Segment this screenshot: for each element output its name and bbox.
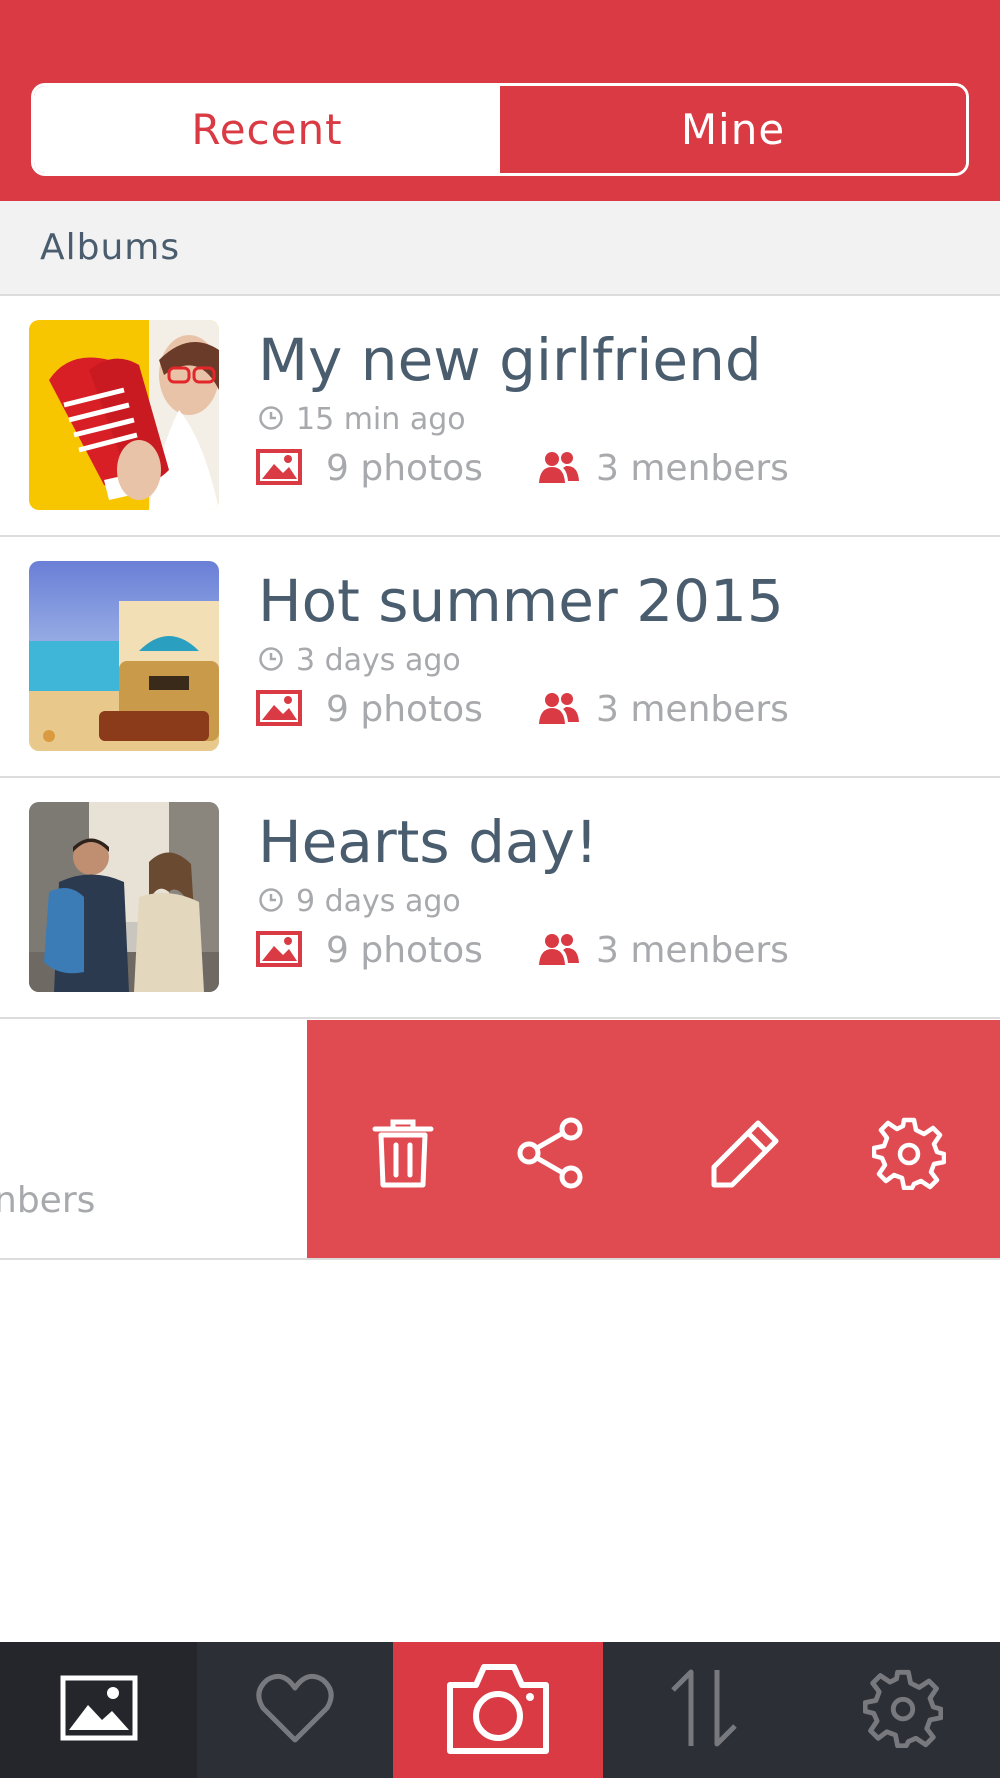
album-time: 3 days ago (258, 643, 461, 678)
album-title: Hearts day! (258, 808, 599, 876)
photo-icon (256, 689, 302, 730)
photo-count: 9 photos (256, 930, 483, 971)
members-icon (538, 449, 580, 489)
tab-camera[interactable] (393, 1642, 603, 1778)
album-row[interactable]: Hearts day! 9 days ago 9 photos 3 menber… (0, 778, 1000, 1019)
album-settings-button[interactable] (869, 1115, 949, 1195)
heart-icon (255, 1672, 335, 1748)
bottom-tab-bar (0, 1642, 1000, 1778)
section-header: Albums (0, 201, 1000, 296)
album-time: 15 min ago (258, 402, 466, 437)
tab-gallery[interactable] (0, 1642, 197, 1778)
camera-icon (442, 1659, 554, 1761)
sort-arrows-icon (667, 1668, 741, 1752)
segmented-control: Recent Mine (31, 83, 969, 176)
album-row[interactable]: Hot summer 2015 3 days ago 9 photos 3 me… (0, 537, 1000, 778)
photo-icon (256, 930, 302, 971)
album-row[interactable]: My new girlfriend 15 min ago 9 photos 3 … (0, 296, 1000, 537)
photo-count-text: 9 photos (326, 689, 483, 730)
photo-icon (256, 448, 302, 489)
album-time: 9 days ago (258, 884, 461, 919)
pencil-icon (708, 1117, 782, 1193)
album-time-text: 15 min ago (296, 402, 466, 437)
tab-favorites[interactable] (197, 1642, 393, 1778)
album-thumbnail (29, 561, 219, 751)
clock-icon (258, 887, 284, 917)
album-meta: 9 photos 3 menbers (256, 930, 816, 980)
album-time-text: 3 days ago (296, 643, 461, 678)
member-count-text: nbers (0, 1180, 96, 1221)
photo-count: 9 photos (256, 689, 483, 730)
gear-icon (871, 1116, 947, 1194)
tab-recent[interactable]: Recent (34, 86, 500, 173)
member-count: 3 menbers (538, 689, 789, 730)
member-count: 3 menbers (538, 930, 789, 971)
row-action-panel (307, 1020, 1000, 1258)
clock-icon (258, 646, 284, 676)
delete-button[interactable] (363, 1115, 443, 1195)
share-button[interactable] (511, 1115, 591, 1195)
album-row-swiped[interactable]: nbers (0, 1020, 1000, 1260)
album-thumbnail (29, 802, 219, 992)
gear-icon (862, 1668, 943, 1752)
album-thumbnail (29, 320, 219, 510)
members-icon (538, 690, 580, 730)
member-count-text: 3 menbers (596, 930, 789, 971)
member-count-text: 3 menbers (596, 448, 789, 489)
members-icon (538, 931, 580, 971)
clock-icon (258, 405, 284, 435)
photo-count: 9 photos (256, 448, 483, 489)
tab-mine[interactable]: Mine (500, 86, 966, 173)
album-title: Hot summer 2015 (258, 567, 784, 635)
photo-count-text: 9 photos (326, 930, 483, 971)
edit-button[interactable] (705, 1115, 785, 1195)
app-screen: Recent Mine Albums My new girlfriend 15 … (0, 0, 1000, 1778)
album-time-text: 9 days ago (296, 884, 461, 919)
album-meta: 9 photos 3 menbers (256, 689, 816, 739)
section-title: Albums (40, 227, 181, 268)
tab-sync[interactable] (603, 1642, 805, 1778)
gallery-icon (60, 1675, 138, 1745)
album-title: My new girlfriend (258, 326, 762, 394)
tab-settings[interactable] (805, 1642, 1000, 1778)
header: Recent Mine (0, 0, 1000, 201)
trash-icon (371, 1117, 435, 1193)
member-count-text: 3 menbers (596, 689, 789, 730)
album-meta: 9 photos 3 menbers (256, 448, 816, 498)
share-icon (516, 1117, 586, 1193)
member-count: 3 menbers (538, 448, 789, 489)
photo-count-text: 9 photos (326, 448, 483, 489)
